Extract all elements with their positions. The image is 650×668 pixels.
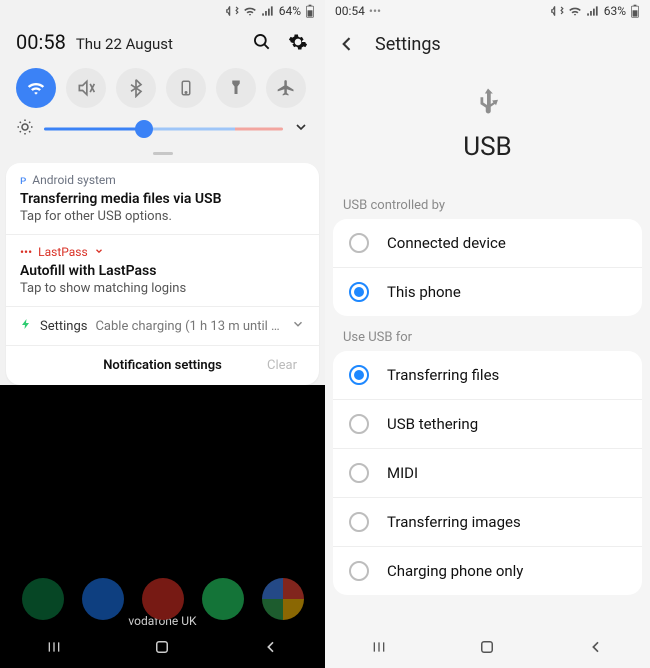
- charging-label: Settings: [40, 319, 87, 334]
- app-chrome[interactable]: [262, 578, 304, 620]
- recents-button[interactable]: [34, 627, 74, 667]
- rotation-toggle[interactable]: [166, 68, 206, 108]
- search-icon[interactable]: [251, 31, 273, 53]
- panel-drag-handle[interactable]: [153, 152, 173, 155]
- radio-icon: [349, 463, 369, 483]
- app-dock: [0, 578, 325, 620]
- notification-settings-link[interactable]: Notification settings: [103, 358, 222, 373]
- app-phone[interactable]: [22, 578, 64, 620]
- notification-lastpass[interactable]: ••• LastPass Autofill with LastPass Tap …: [6, 235, 319, 307]
- brightness-slider[interactable]: [44, 119, 283, 139]
- clear-link[interactable]: Clear: [267, 358, 297, 373]
- signal-icon: [261, 4, 275, 18]
- status-time: 00:54: [335, 4, 365, 18]
- battery-pct: 64%: [279, 4, 301, 18]
- notification-title: Autofill with LastPass: [20, 263, 305, 279]
- option-this-phone[interactable]: This phone: [333, 268, 642, 316]
- option-usb-tethering[interactable]: USB tethering: [333, 400, 642, 449]
- header-date: Thu 22 August: [76, 35, 173, 53]
- bluetooth-toggle[interactable]: [116, 68, 156, 108]
- option-label: This phone: [387, 283, 461, 301]
- back-button[interactable]: [251, 627, 291, 667]
- back-icon[interactable]: [335, 32, 359, 56]
- section-label-use: Use USB for: [325, 318, 650, 351]
- vibrate-icon: [225, 4, 239, 18]
- phone-left: 64% 00:58 Thu 22 August: [0, 0, 325, 668]
- radio-icon: [349, 561, 369, 581]
- section-label-controlled: USB controlled by: [325, 186, 650, 219]
- app-camera[interactable]: [142, 578, 184, 620]
- battery-icon: [305, 4, 315, 18]
- notification-sub: Tap to show matching logins: [20, 281, 305, 296]
- battery-icon: [630, 4, 640, 18]
- vibrate-icon: [550, 4, 564, 18]
- radio-icon: [349, 365, 369, 385]
- option-connected-device[interactable]: Connected device: [333, 219, 642, 268]
- flashlight-toggle[interactable]: [216, 68, 256, 108]
- notification-sub: Tap for other USB options.: [20, 209, 305, 224]
- recents-button[interactable]: [359, 627, 399, 667]
- controlled-by-card: Connected device This phone: [333, 219, 642, 316]
- quick-panel-header: 00:58 Thu 22 August: [0, 22, 325, 62]
- phone-right: 00:54 ••• 63% Settings US: [325, 0, 650, 668]
- radio-icon: [349, 233, 369, 253]
- chevron-down-icon[interactable]: [291, 317, 305, 335]
- clock-time: 00:58: [16, 30, 66, 54]
- app-messages[interactable]: [82, 578, 124, 620]
- use-usb-card: Transferring files USB tethering MIDI Tr…: [333, 351, 642, 595]
- wifi-toggle[interactable]: [16, 68, 56, 108]
- nav-bar: [325, 626, 650, 668]
- back-button[interactable]: [576, 627, 616, 667]
- battery-pct: 63%: [604, 4, 626, 18]
- app-whatsapp[interactable]: [202, 578, 244, 620]
- notification-app-name: LastPass: [38, 245, 88, 259]
- android-badge-icon: ᴘ: [20, 173, 26, 187]
- notification-footer: Notification settings Clear: [6, 346, 319, 385]
- chevron-down-icon[interactable]: [94, 245, 104, 259]
- usb-hero-title: USB: [463, 132, 512, 162]
- option-transferring-images[interactable]: Transferring images: [333, 498, 642, 547]
- wifi-icon: [568, 4, 582, 18]
- home-button[interactable]: [467, 627, 507, 667]
- notification-stack: ᴘ Android system Transferring media file…: [6, 163, 319, 385]
- usb-icon: [473, 86, 503, 120]
- status-dots: •••: [369, 4, 381, 18]
- option-label: Connected device: [387, 234, 506, 252]
- charging-text: Cable charging (1 h 13 m until fully c…: [95, 319, 283, 334]
- notification-android-system[interactable]: ᴘ Android system Transferring media file…: [6, 163, 319, 235]
- notification-charging[interactable]: Settings Cable charging (1 h 13 m until …: [6, 307, 319, 346]
- sound-toggle[interactable]: [66, 68, 106, 108]
- radio-icon: [349, 414, 369, 434]
- option-midi[interactable]: MIDI: [333, 449, 642, 498]
- nav-bar: [0, 626, 325, 668]
- signal-icon: [586, 4, 600, 18]
- status-bar: 00:54 ••• 63%: [325, 0, 650, 22]
- option-transferring-files[interactable]: Transferring files: [333, 351, 642, 400]
- airplane-toggle[interactable]: [266, 68, 306, 108]
- chevron-down-icon[interactable]: [293, 119, 309, 139]
- page-title: Settings: [375, 34, 441, 55]
- brightness-icon: [16, 118, 34, 140]
- notification-app-name: Android system: [32, 173, 116, 187]
- option-label: MIDI: [387, 464, 418, 482]
- option-label: Charging phone only: [387, 562, 523, 580]
- brightness-row: [0, 118, 325, 148]
- notification-title: Transferring media files via USB: [20, 191, 305, 207]
- radio-icon: [349, 282, 369, 302]
- option-label: USB tethering: [387, 415, 478, 433]
- option-charging-only[interactable]: Charging phone only: [333, 547, 642, 595]
- home-button[interactable]: [142, 627, 182, 667]
- option-label: Transferring images: [387, 513, 521, 531]
- quick-toggle-row: [0, 62, 325, 118]
- option-label: Transferring files: [387, 366, 499, 384]
- lastpass-badge-icon: •••: [20, 245, 32, 259]
- status-bar: 64%: [0, 0, 325, 22]
- bolt-icon: [20, 317, 32, 335]
- wifi-icon: [243, 4, 257, 18]
- usb-hero: USB: [325, 66, 650, 186]
- gear-icon[interactable]: [287, 31, 309, 53]
- radio-icon: [349, 512, 369, 532]
- settings-header: Settings: [325, 22, 650, 66]
